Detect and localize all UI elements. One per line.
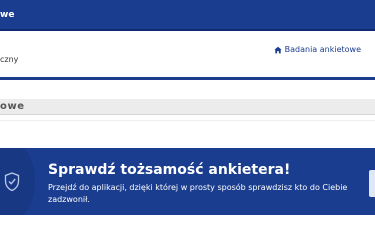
breadcrumb-link-label: Badania ankietowe xyxy=(284,45,361,54)
banner-title: Sprawdź tożsamość ankietera! xyxy=(48,162,291,178)
topbar-title: we xyxy=(0,10,15,20)
header-divider xyxy=(0,77,375,80)
breadcrumb-badania-ankietowe-link[interactable]: Badania ankietowe xyxy=(274,45,361,55)
banner-description: Przejdź do aplikacji, dzięki której w pr… xyxy=(48,183,348,204)
section-divider xyxy=(0,120,375,121)
banner-action-edge[interactable] xyxy=(369,170,375,197)
home-icon xyxy=(274,46,282,54)
header-subtitle: czny xyxy=(0,55,19,64)
page-header: czny Badania ankietowe xyxy=(0,31,375,77)
section-heading-band: owe xyxy=(0,99,375,115)
top-navigation-bar: we xyxy=(0,0,375,31)
section-title: owe xyxy=(0,101,25,112)
verification-banner[interactable]: Sprawdź tożsamość ankietera! Przejdź do … xyxy=(0,148,375,215)
shield-check-icon xyxy=(4,172,20,192)
